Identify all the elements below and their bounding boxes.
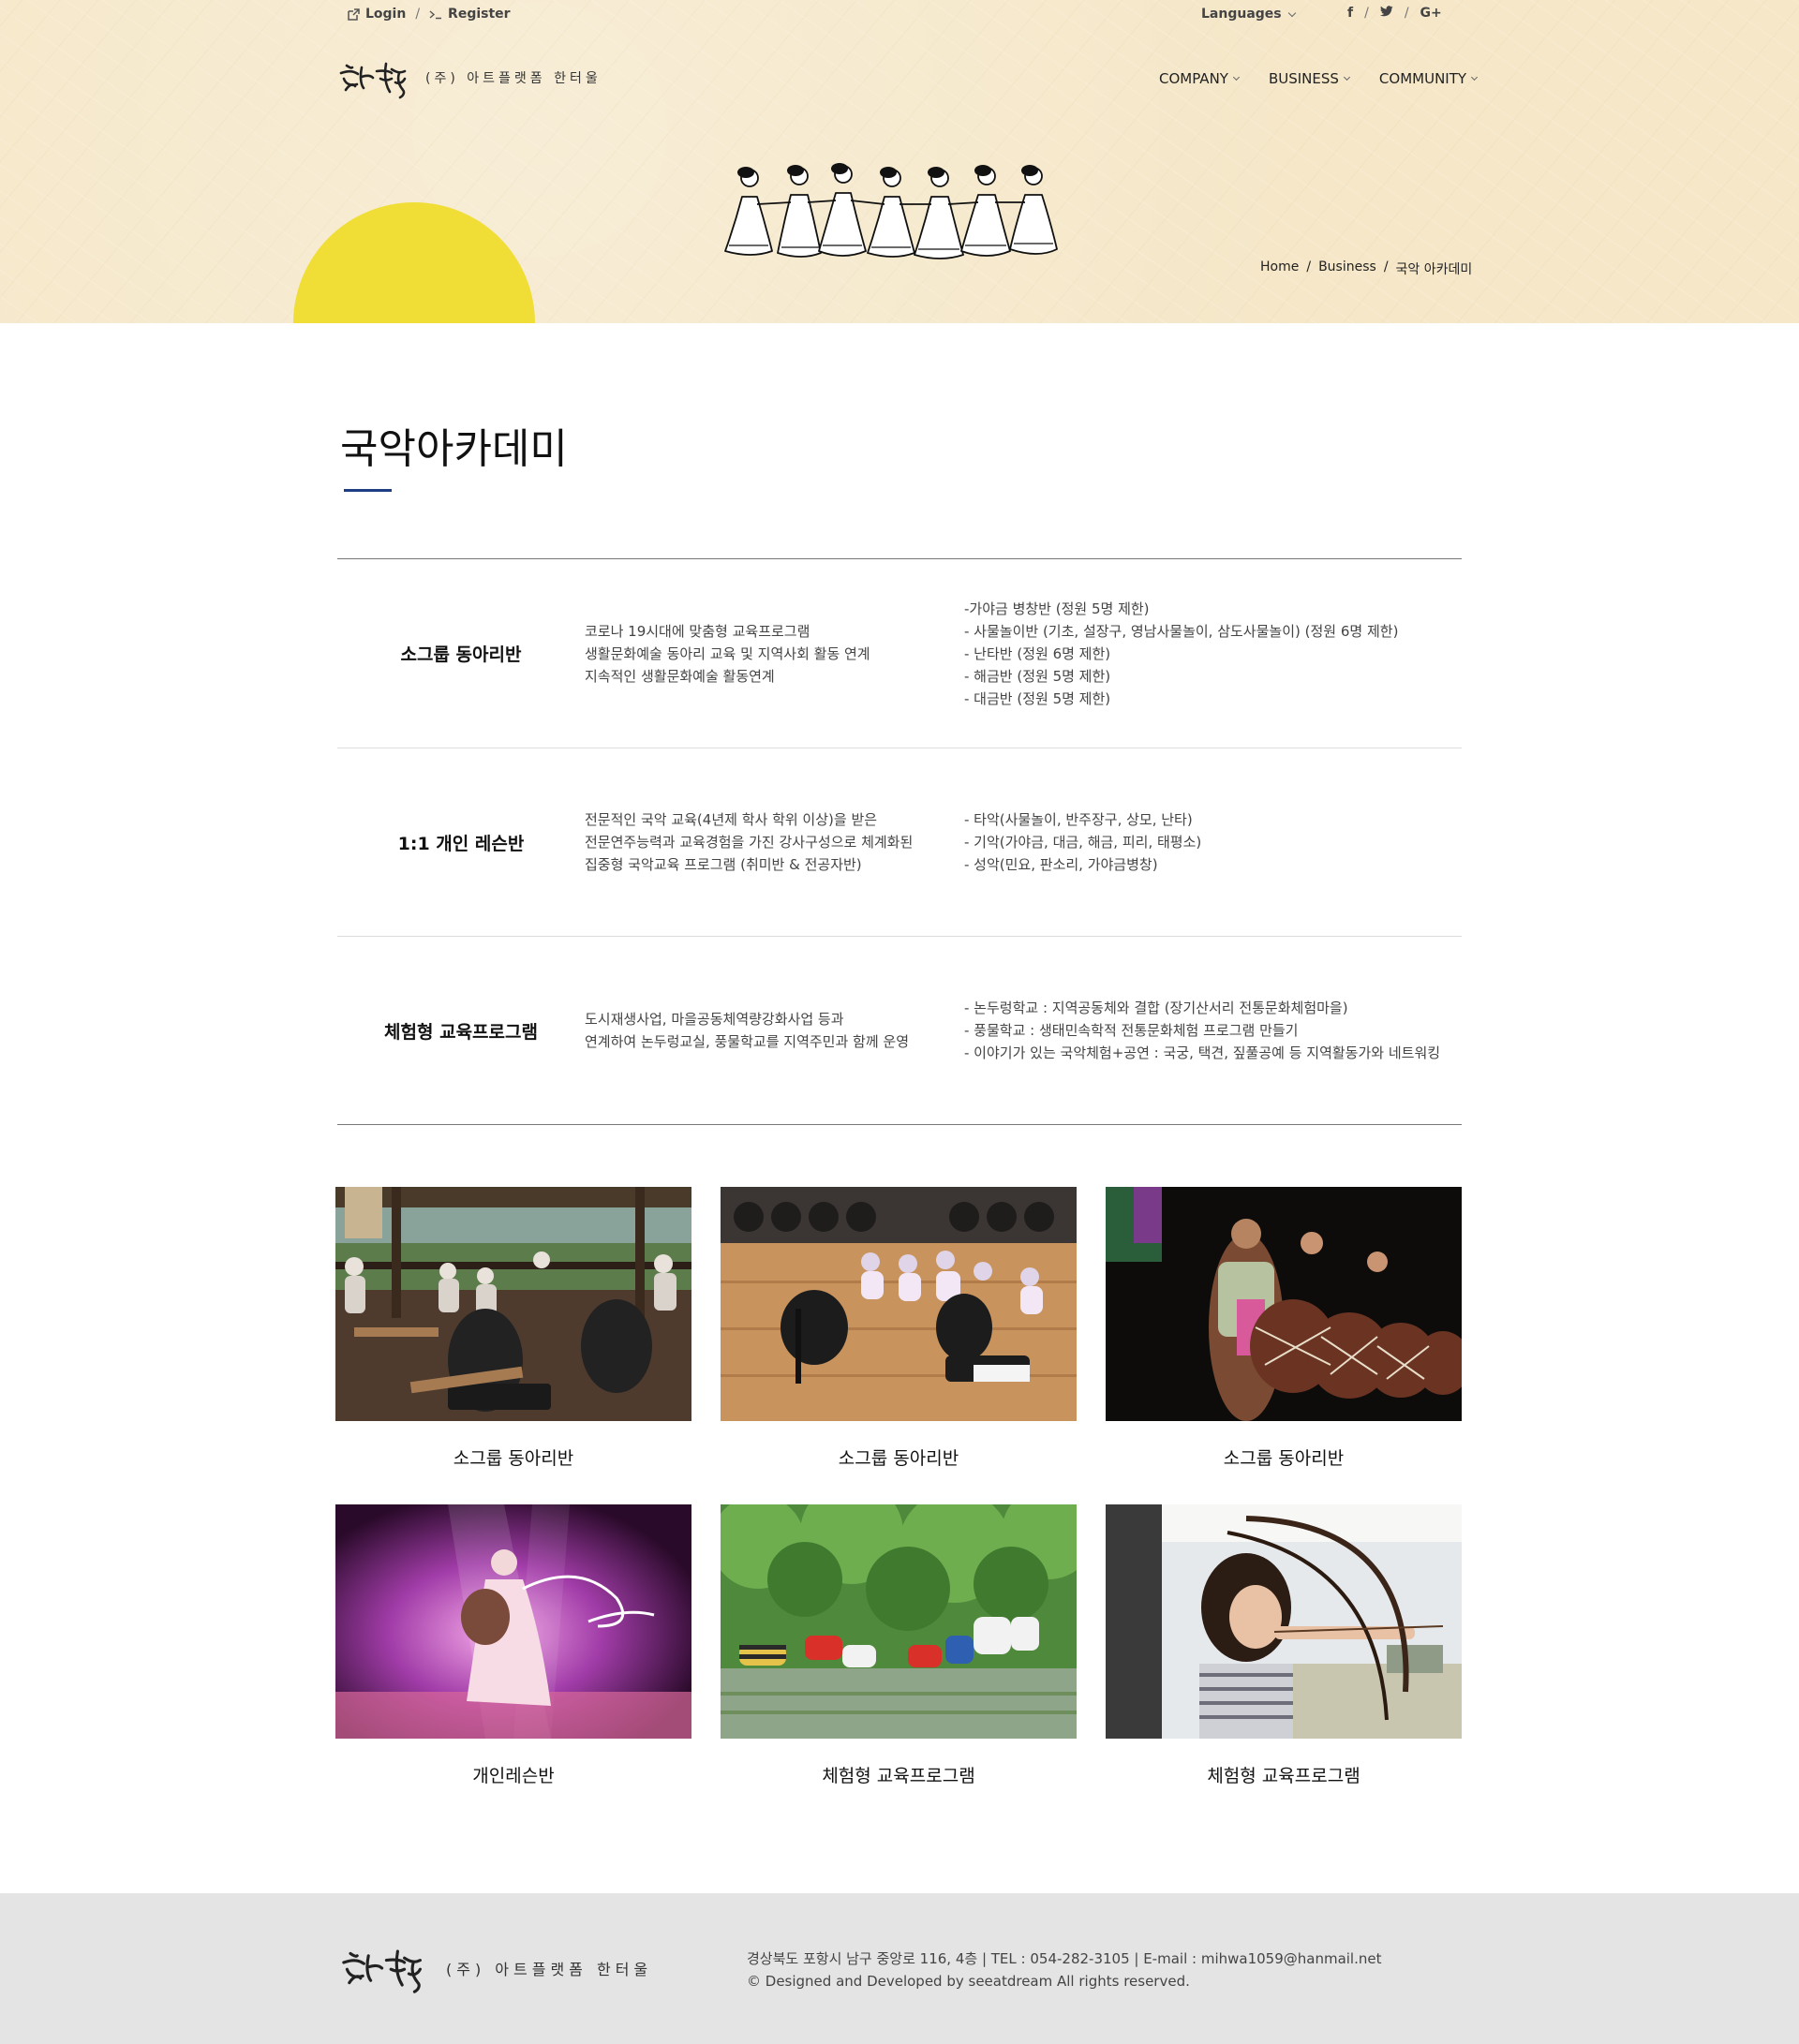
gallery-item[interactable]: 소그룹 동아리반 xyxy=(721,1187,1077,1469)
logo-company-name: (주) 아트플랫폼 한터울 xyxy=(425,71,602,86)
terminal-icon xyxy=(429,9,442,19)
page-title: 국악아카데미 xyxy=(340,425,568,473)
detail-line: - 해금반 (정원 5명 제한) xyxy=(964,667,1111,685)
register-link[interactable]: Register xyxy=(429,7,511,22)
program-details: - 논두렁학교 : 지역공동체와 결합 (장기산서리 전통문화체험마을) - 풍… xyxy=(964,937,1470,1124)
program-row: 1:1 개인 레슨반 전문적인 국악 교육(4년제 학사 학위 이상)을 받은 … xyxy=(337,748,1462,936)
gallery-caption: 소그룹 동아리반 xyxy=(453,1448,574,1469)
gallery-caption: 소그룹 동아리반 xyxy=(838,1448,959,1469)
breadcrumb-current: 국악 아카데미 xyxy=(1395,262,1473,277)
program-name: 1:1 개인 레슨반 xyxy=(397,833,525,854)
detail-line: - 타악(사물놀이, 반주장구, 상모, 난타) xyxy=(964,811,1193,828)
brand-calligraphy-logo xyxy=(342,1949,422,1993)
page-header: Login / Register Languages f / / G+ (주) … xyxy=(0,0,1799,323)
nav-item-business[interactable]: BUSINESS xyxy=(1268,70,1350,87)
title-underline xyxy=(344,489,392,492)
dancers-illustration xyxy=(724,163,1058,259)
nav-item-community[interactable]: COMMUNITY xyxy=(1378,70,1479,87)
program-description: 전문적인 국악 교육(4년제 학사 학위 이상)을 받은 전문연주능력과 교육경… xyxy=(585,748,959,936)
site-logo[interactable]: (주) 아트플랫폼 한터울 xyxy=(337,54,602,101)
gallery-caption: 체험형 교육프로그램 xyxy=(822,1766,975,1786)
brand-calligraphy-logo xyxy=(339,62,407,99)
program-row: 체험형 교육프로그램 도시재생사업, 마을공동체역량강화사업 등과 연계하여 논… xyxy=(337,936,1462,1124)
gallery-item[interactable]: 개인레슨반 xyxy=(335,1504,691,1786)
gallery-item[interactable]: 체험형 교육프로그램 xyxy=(1106,1504,1462,1786)
breadcrumb-separator: / xyxy=(1306,259,1312,274)
topbar-separator: / xyxy=(415,7,421,22)
detail-line: - 논두렁학교 : 지역공동체와 결합 (장기산서리 전통문화체험마을) xyxy=(964,1000,1348,1016)
footer-copyright: © Designed and Developed by seeatdream A… xyxy=(747,1973,1190,1990)
chevron-down-icon xyxy=(1343,73,1350,81)
description-line: 전문적인 국악 교육(4년제 학사 학위 이상)을 받은 xyxy=(585,811,878,828)
main-nav: COMPANY BUSINESS COMMUNITY xyxy=(1159,70,1479,87)
description-line: 집중형 국악교육 프로그램 (취미반 & 전공자반) xyxy=(585,856,862,873)
description-line: 생활문화예술 동아리 교육 및 지역사회 활동 연계 xyxy=(585,644,870,662)
gallery-item[interactable]: 소그룹 동아리반 xyxy=(335,1187,691,1469)
program-table: 소그룹 동아리반 코로나 19시대에 맞춤형 교육프로그램 생활문화예술 동아리… xyxy=(337,558,1462,1125)
detail-line: - 이야기가 있는 국악체험+공연 : 국궁, 택견, 짚풀공예 등 지역활동가… xyxy=(964,1044,1441,1061)
login-label: Login xyxy=(365,7,407,22)
nav-item-company[interactable]: COMPANY xyxy=(1159,70,1240,87)
languages-dropdown[interactable]: Languages xyxy=(1201,7,1296,22)
breadcrumb-home[interactable]: Home xyxy=(1260,259,1299,278)
program-row: 소그룹 동아리반 코로나 19시대에 맞춤형 교육프로그램 생활문화예술 동아리… xyxy=(337,559,1462,748)
detail-line: - 기악(가야금, 대금, 해금, 피리, 태평소) xyxy=(964,834,1202,851)
description-line: 지속적인 생활문화예술 활동연계 xyxy=(585,667,775,685)
gallery-photo-drum-performance xyxy=(1106,1187,1462,1421)
social-separator: / xyxy=(1404,6,1409,21)
nav-item-label: COMPANY xyxy=(1159,70,1228,87)
breadcrumb-separator: / xyxy=(1383,259,1389,274)
breadcrumb-business[interactable]: Business xyxy=(1318,259,1376,278)
register-label: Register xyxy=(448,7,511,22)
detail-line: -가야금 병창반 (정원 5명 제한) xyxy=(964,600,1150,617)
chevron-down-icon xyxy=(1471,73,1479,81)
page-footer: (주) 아트플랫폼 한터울 경상북도 포항시 남구 중앙로 116, 4층 | … xyxy=(0,1893,1799,2044)
program-details: -가야금 병창반 (정원 5명 제한) - 사물놀이반 (기초, 설장구, 영남… xyxy=(964,559,1470,748)
decorative-sun xyxy=(293,202,535,323)
photo-gallery: 소그룹 동아리반 소그룹 동아리반 소그룹 동아리반 개인레슨반 체험형 교육프… xyxy=(335,1187,1463,1786)
description-line: 전문연주능력과 교육경험을 가진 강사구성으로 체계화된 xyxy=(585,834,914,851)
gallery-photo-haegeum-class xyxy=(721,1187,1077,1421)
description-line: 연계하여 논두렁교실, 풍물학교를 지역주민과 함께 운영 xyxy=(585,1033,910,1050)
program-name: 소그룹 동아리반 xyxy=(400,644,522,665)
login-link[interactable]: Login xyxy=(348,7,406,22)
detail-line: - 난타반 (정원 6명 제한) xyxy=(964,644,1111,662)
detail-line: - 성악(민요, 판소리, 가야금병창) xyxy=(964,856,1158,873)
external-link-icon xyxy=(348,7,360,21)
gallery-caption: 소그룹 동아리반 xyxy=(1223,1448,1345,1469)
social-separator: / xyxy=(1364,6,1369,21)
gallery-photo-rice-planting xyxy=(721,1504,1077,1739)
gallery-caption: 개인레슨반 xyxy=(472,1766,555,1786)
program-name: 체험형 교육프로그램 xyxy=(384,1021,538,1043)
footer-company-name: (주) 아트플랫폼 한터울 xyxy=(446,1961,653,1978)
facebook-icon[interactable]: f xyxy=(1347,6,1353,21)
description-line: 코로나 19시대에 맞춤형 교육프로그램 xyxy=(585,622,810,640)
gallery-photo-gayageum-class xyxy=(335,1187,691,1421)
program-description: 코로나 19시대에 맞춤형 교육프로그램 생활문화예술 동아리 교육 및 지역사… xyxy=(585,559,959,748)
languages-label: Languages xyxy=(1201,7,1282,22)
program-description: 도시재생사업, 마을공동체역량강화사업 등과 연계하여 논두렁교실, 풍물학교를… xyxy=(585,937,959,1124)
gallery-caption: 체험형 교육프로그램 xyxy=(1207,1766,1360,1786)
chevron-down-icon xyxy=(1287,8,1296,17)
social-links: f / / G+ xyxy=(1347,6,1442,21)
gallery-item[interactable]: 소그룹 동아리반 xyxy=(1106,1187,1462,1469)
footer-address: 경상북도 포항시 남구 중앙로 116, 4층 | TEL : 054-282-… xyxy=(747,1950,1382,1967)
description-line: 도시재생사업, 마을공동체역량강화사업 등과 xyxy=(585,1011,844,1028)
gallery-photo-archery xyxy=(1106,1504,1462,1739)
google-plus-icon[interactable]: G+ xyxy=(1420,6,1442,21)
footer-info: 경상북도 포항시 남구 중앙로 116, 4층 | TEL : 054-282-… xyxy=(747,1948,1381,1992)
breadcrumb: Home / Business / 국악 아카데미 xyxy=(1260,259,1472,278)
nav-item-label: BUSINESS xyxy=(1268,70,1339,87)
nav-item-label: COMMUNITY xyxy=(1378,70,1467,87)
footer-logo[interactable]: (주) 아트플랫폼 한터울 xyxy=(337,1940,652,1996)
program-details: - 타악(사물놀이, 반주장구, 상모, 난타) - 기악(가야금, 대금, 해… xyxy=(964,748,1470,936)
gallery-item[interactable]: 체험형 교육프로그램 xyxy=(721,1504,1077,1786)
twitter-icon[interactable] xyxy=(1379,6,1393,21)
detail-line: - 대금반 (정원 5명 제한) xyxy=(964,689,1111,707)
gallery-photo-stage-dance xyxy=(335,1504,691,1739)
chevron-down-icon xyxy=(1232,73,1240,81)
top-bar: Login / Register Languages f / / G+ xyxy=(337,0,1462,30)
detail-line: - 사물놀이반 (기초, 설장구, 영남사물놀이, 삼도사물놀이) (정원 6명… xyxy=(964,622,1399,640)
detail-line: - 풍물학교 : 생태민속학적 전통문화체험 프로그램 만들기 xyxy=(964,1022,1299,1039)
